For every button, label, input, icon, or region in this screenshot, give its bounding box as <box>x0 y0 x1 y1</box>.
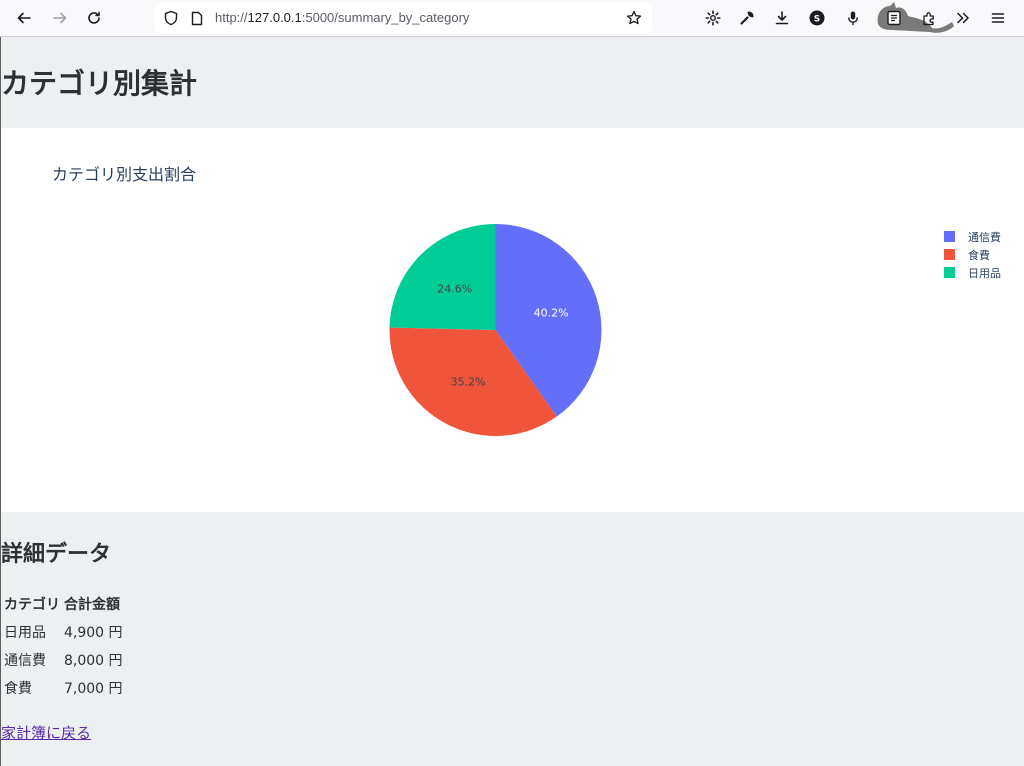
legend-label-0: 通信費 <box>968 230 1001 244</box>
url-text[interactable]: http://127.0.0.1:5000/summary_by_categor… <box>215 10 469 25</box>
s-badge-icon[interactable]: S <box>806 7 828 29</box>
pie-slice-2[interactable] <box>389 224 496 330</box>
download-icon[interactable] <box>771 7 793 29</box>
pie-chart: 40.2% 35.2% 24.6% 通信費食費日用品 <box>389 224 1001 436</box>
legend-swatch-2 <box>944 267 955 278</box>
legend-label-1: 食費 <box>968 248 990 262</box>
menu-icon[interactable] <box>987 7 1009 29</box>
url-bar[interactable]: http://127.0.0.1:5000/summary_by_categor… <box>155 3 652 33</box>
microphone-icon[interactable] <box>842 7 864 29</box>
shield-icon[interactable] <box>162 9 180 27</box>
legend-label-2: 日用品 <box>968 267 1001 280</box>
total-cell: 7,000 円 <box>64 681 123 697</box>
category-cell: 通信費 <box>4 653 46 669</box>
column-header-category: カテゴリ <box>4 597 60 613</box>
slice-label-2: 24.6% <box>437 282 472 295</box>
extensions-icon[interactable] <box>918 7 940 29</box>
slice-label-1: 35.2% <box>451 375 486 388</box>
url-path: :5000/summary_by_category <box>301 10 470 25</box>
legend-swatch-0 <box>944 231 955 242</box>
total-cell: 4,900 円 <box>64 625 123 641</box>
details-title: 詳細データ <box>1 542 112 567</box>
slice-label-0: 40.2% <box>534 306 569 319</box>
legend-item-2[interactable]: 日用品 <box>944 267 1001 280</box>
back-arrow-icon[interactable] <box>11 6 37 30</box>
table-row: 食費 7,000 円 <box>2 674 125 702</box>
wrench-icon[interactable] <box>736 7 758 29</box>
page-icon[interactable] <box>188 9 206 27</box>
url-prefix: http:// <box>215 10 248 25</box>
details-table: カテゴリ 合計金額 日用品 4,900 円 通信費 8,000 円 食費 7,0… <box>2 590 125 702</box>
back-to-household-link[interactable]: 家計簿に戻る <box>1 722 91 743</box>
gear-icon[interactable] <box>702 7 724 29</box>
legend-swatch-1 <box>944 249 955 260</box>
column-header-total: 合計金額 <box>64 597 120 613</box>
star-icon[interactable] <box>625 9 643 27</box>
legend-item-1[interactable]: 食費 <box>944 248 990 262</box>
table-row: 通信費 8,000 円 <box>2 646 125 674</box>
reload-icon[interactable] <box>81 6 107 30</box>
total-cell: 8,000 円 <box>64 653 123 669</box>
page-title: カテゴリ別集計 <box>1 67 198 100</box>
overflow-chevrons-icon[interactable] <box>952 7 974 29</box>
chart-panel: カテゴリ別支出割合 40.2% 35.2% 24.6% 通信費 食費 日用品 <box>1 128 1024 512</box>
table-row: 日用品 4,900 円 <box>2 618 125 646</box>
browser-toolbar: http://127.0.0.1:5000/summary_by_categor… <box>0 0 1024 37</box>
url-host: 127.0.0.1 <box>247 10 302 25</box>
forward-arrow-icon[interactable] <box>47 6 73 30</box>
table-header-row: カテゴリ 合計金額 <box>2 590 125 618</box>
category-cell: 食費 <box>4 681 32 697</box>
legend-item-0[interactable]: 通信費 <box>944 230 1001 244</box>
svg-text:S: S <box>814 15 820 25</box>
reader-icon[interactable] <box>883 7 905 29</box>
category-cell: 日用品 <box>4 625 46 641</box>
